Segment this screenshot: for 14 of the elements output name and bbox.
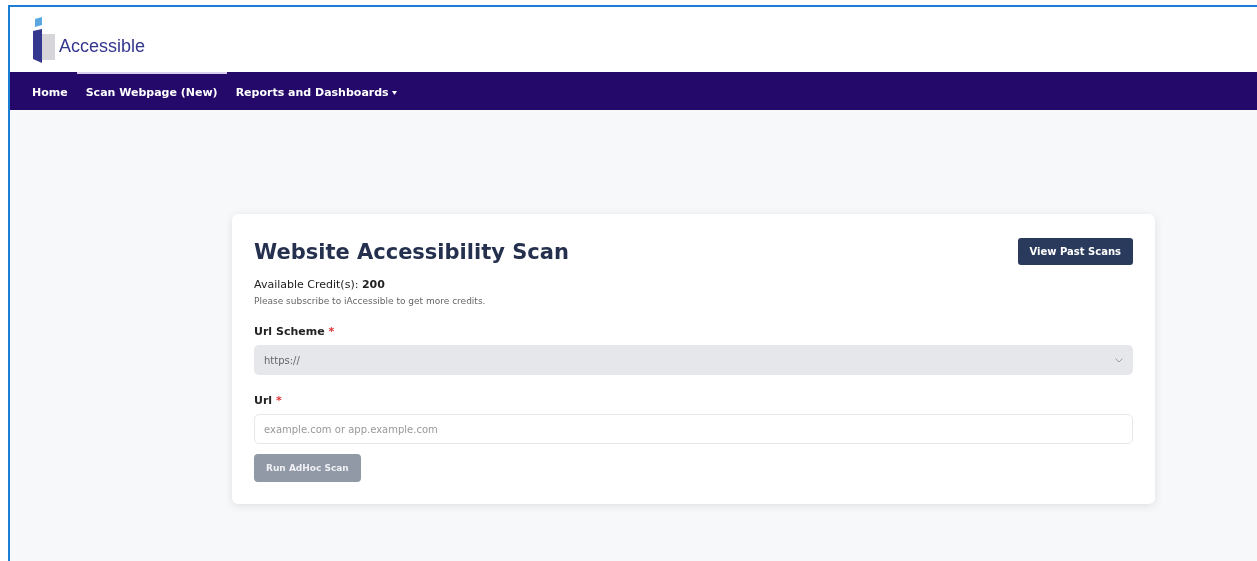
credits-text: Available Credit(s): 200 — [254, 278, 386, 291]
chevron-down-icon — [1115, 357, 1123, 363]
page-title: Website Accessibility Scan — [254, 240, 569, 264]
subscribe-note: Please subscribe to iAccessible to get more credits. — [254, 296, 487, 306]
nav-link[interactable]: Home — [23, 72, 77, 110]
nav-link[interactable]: Scan Webpage (New) — [76, 72, 227, 110]
url-input-field[interactable]: example.com or app.example.com — [254, 414, 1133, 444]
logo-icon — [31, 16, 57, 63]
field-label: Url * — [254, 394, 283, 407]
view-past-scans-button[interactable]: View Past Scans — [1017, 238, 1133, 265]
logo-text: Accessible — [59, 36, 146, 55]
nav-link[interactable]: Reports and Dashboards — [226, 72, 406, 110]
field-label: Url Scheme * — [254, 325, 336, 338]
url-scheme-select[interactable]: https:// — [254, 345, 1133, 375]
